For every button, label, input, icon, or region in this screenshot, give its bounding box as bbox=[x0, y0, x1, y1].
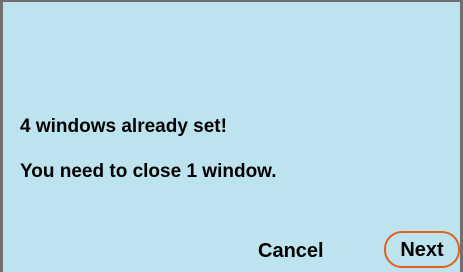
next-button[interactable]: Next bbox=[384, 231, 460, 268]
dialog-panel: 4 windows already set! You need to close… bbox=[0, 0, 463, 272]
message-line-1: 4 windows already set! bbox=[20, 116, 227, 137]
cancel-button[interactable]: Cancel bbox=[258, 239, 324, 263]
message-line-2: You need to close 1 window. bbox=[20, 161, 277, 182]
